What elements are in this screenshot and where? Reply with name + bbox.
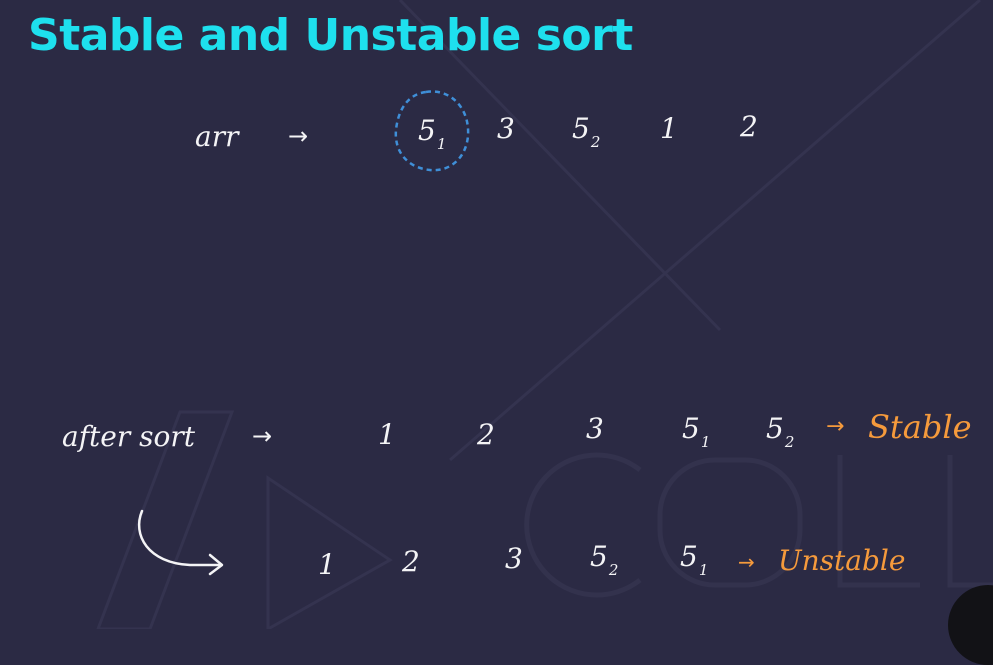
page-title: Stable and Unstable sort: [28, 10, 633, 61]
unstable-result-label: Unstable: [778, 544, 906, 577]
unstable-item-0: 1: [318, 548, 336, 581]
arr-item-2: 52: [572, 112, 601, 151]
presenter-shoulder: [948, 585, 993, 665]
stable-item-0: 1: [378, 418, 396, 451]
unstable-result-arrow-icon: →: [738, 550, 755, 574]
arr-item-4: 2: [740, 110, 758, 143]
stable-result-arrow-icon: →: [826, 414, 845, 439]
curved-arrow-icon: [137, 509, 224, 576]
stable-item-1: 2: [477, 418, 495, 451]
arr-item-1: 3: [497, 112, 515, 145]
unstable-item-1: 2: [402, 545, 420, 578]
arr-label: arr: [195, 120, 239, 153]
after-sort-arrow-icon: →: [252, 422, 273, 450]
arr-item-0: 51: [418, 114, 447, 153]
unstable-item-3: 52: [590, 540, 619, 579]
stable-item-3: 51: [682, 412, 711, 451]
unstable-item-4: 51: [680, 540, 709, 579]
stable-result-label: Stable: [868, 408, 972, 446]
unstable-item-2: 3: [505, 542, 523, 575]
arr-item-3: 1: [660, 112, 678, 145]
arr-arrow-icon: →: [288, 122, 309, 150]
after-sort-label: after sort: [62, 420, 196, 453]
stable-item-4: 52: [766, 412, 795, 451]
stable-item-2: 3: [586, 412, 604, 445]
